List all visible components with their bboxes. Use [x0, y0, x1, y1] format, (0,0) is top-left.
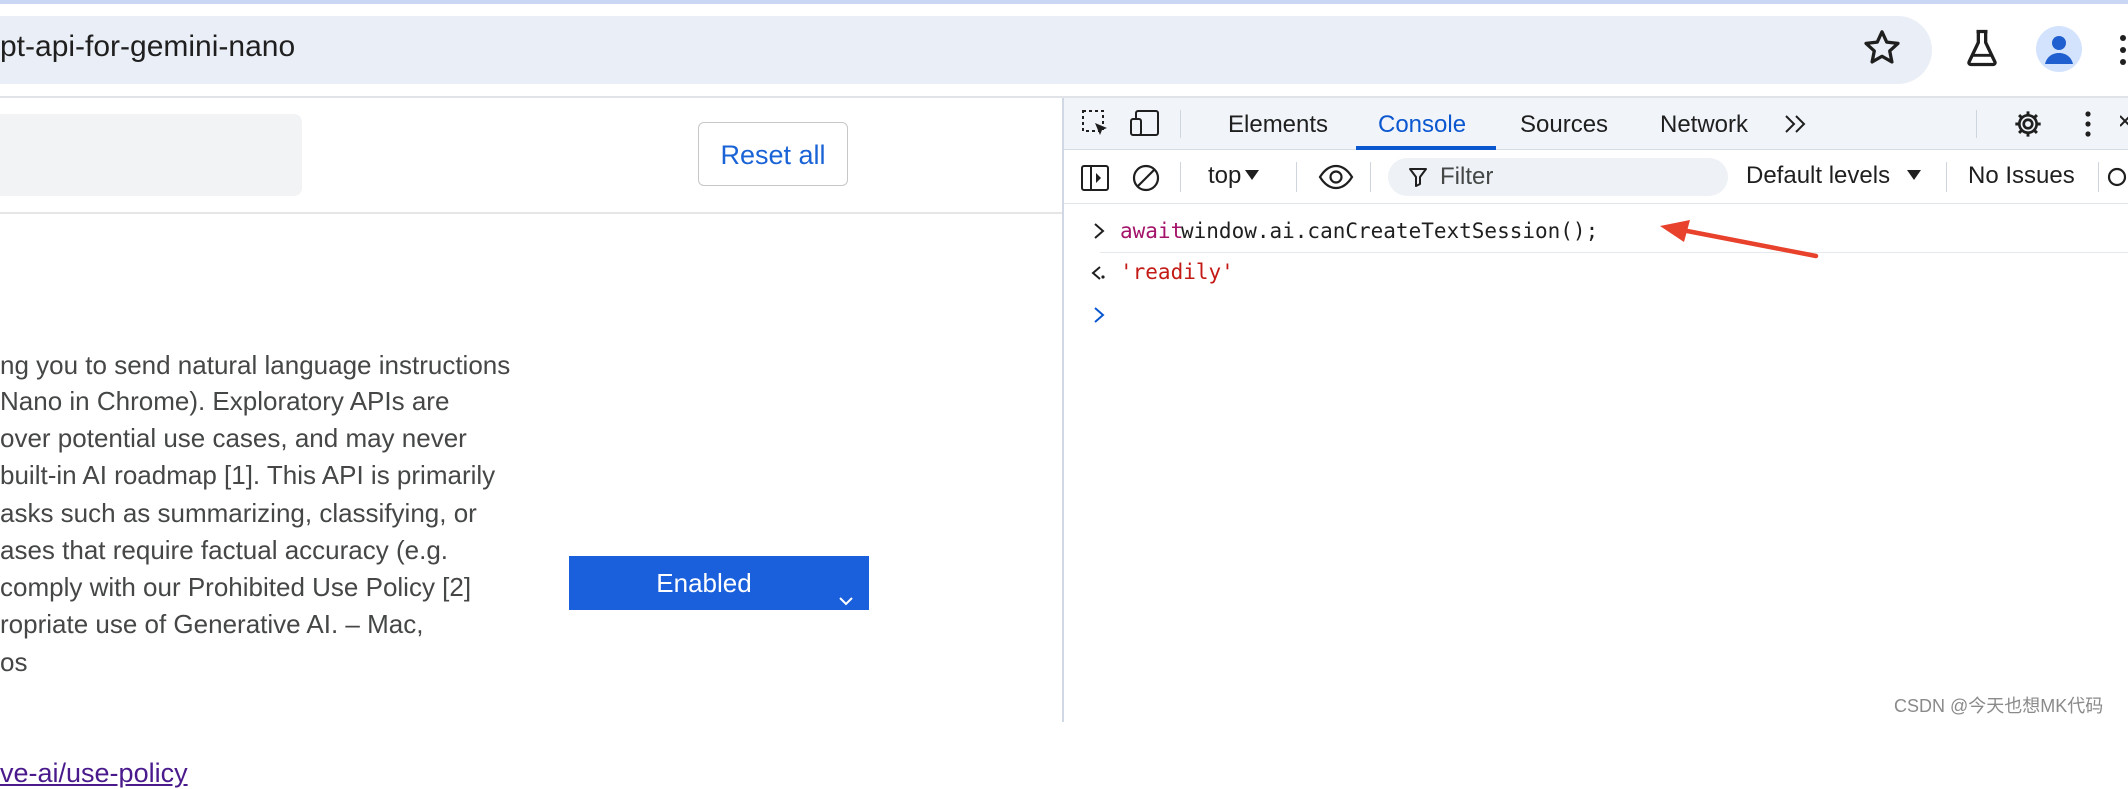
console-keyword: await: [1120, 219, 1184, 243]
toolbar-separator: [1180, 110, 1181, 138]
annotation-arrow-icon: [1660, 220, 1819, 259]
flags-page: Reset all ng you to send natural languag…: [0, 98, 1062, 788]
clear-console-icon[interactable]: [1130, 162, 1162, 199]
description-line: ropriate use of Generative AI. – Mac,: [0, 609, 424, 639]
tab-console[interactable]: Console: [1378, 111, 1466, 139]
reset-all-button[interactable]: Reset all: [698, 122, 848, 186]
flags-search-input[interactable]: [0, 114, 302, 196]
more-tabs-icon[interactable]: [1782, 112, 1810, 141]
description-line: asks such as summarizing, classifying, o…: [0, 498, 477, 528]
filter-funnel-icon: [1408, 166, 1428, 193]
close-icon[interactable]: [2119, 112, 2128, 141]
console-line-separator: [1100, 252, 2128, 253]
watermark: CSDN @今天也想MK代码: [1894, 696, 2104, 716]
toolbar-separator: [1976, 110, 1977, 138]
filter-placeholder: Filter: [1440, 163, 1494, 190]
toolbar-separator: [1946, 162, 1947, 192]
description-line: Nano in Chrome). Exploratory APIs are: [0, 386, 450, 416]
tab-network[interactable]: Network: [1660, 111, 1748, 139]
toolbar-separator: [2098, 162, 2099, 192]
description-line: over potential use cases, and may never: [0, 423, 467, 453]
profile-avatar-icon[interactable]: [2036, 26, 2082, 72]
window-top-edge: [0, 0, 2128, 4]
console-input-text[interactable]: window.ai.canCreateTextSession();: [1181, 219, 1598, 243]
devtools-tabbar: Elements Console Sources Network: [1064, 98, 2128, 150]
result-arrow-icon: [1090, 264, 1108, 287]
description-line: built-in AI roadmap [1]. This API is pri…: [0, 460, 496, 490]
toolbar-separator: [1370, 162, 1371, 192]
console-result: 'readily': [1120, 260, 1234, 284]
caret-down-icon: [1244, 168, 1260, 187]
toolbar-separator: [1296, 162, 1297, 192]
log-levels-dropdown[interactable]: Default levels: [1746, 162, 1890, 190]
description-line: ases that require factual accuracy (e.g.: [0, 535, 449, 565]
console-settings-gear-icon[interactable]: [2104, 162, 2128, 197]
input-prompt-chevron-icon: [1092, 222, 1106, 245]
flag-state-select[interactable]: Enabled: [569, 556, 869, 610]
select-value: Enabled: [656, 568, 752, 598]
policy-link[interactable]: ve-ai/use-policy: [0, 758, 188, 789]
tab-sources[interactable]: Sources: [1520, 111, 1608, 139]
issues-counter[interactable]: No Issues: [1968, 162, 2075, 190]
description-line: comply with our Prohibited Use Policy [2…: [0, 572, 472, 602]
devtools-menu-icon[interactable]: [2084, 110, 2092, 143]
caret-down-icon: [1906, 168, 1922, 187]
bookmark-star-icon[interactable]: [1860, 26, 1904, 70]
context-selector[interactable]: top: [1208, 162, 1241, 190]
url-text[interactable]: pt-api-for-gemini-nano: [0, 30, 295, 64]
devtools-panel: Elements Console Sources Network top Fil…: [1062, 98, 2128, 722]
chevron-down-icon: [837, 574, 855, 606]
labs-flask-icon[interactable]: [1960, 26, 2004, 70]
device-toolbar-icon[interactable]: [1128, 108, 1162, 145]
tab-elements[interactable]: Elements: [1228, 111, 1328, 139]
sidebar-toggle-icon[interactable]: [1080, 164, 1110, 197]
browser-menu-icon[interactable]: [2118, 30, 2128, 70]
inspect-element-icon[interactable]: [1080, 108, 1112, 145]
description-line: os: [0, 647, 28, 677]
toolbar-separator: [1180, 162, 1181, 192]
description-line: ng you to send natural language instruct…: [0, 350, 511, 380]
console-prompt-icon[interactable]: [1092, 306, 1106, 329]
header-divider: [0, 212, 1062, 214]
settings-gear-icon[interactable]: [2012, 108, 2044, 145]
live-expression-eye-icon[interactable]: [1318, 164, 1354, 195]
filter-input[interactable]: Filter: [1388, 158, 1728, 196]
